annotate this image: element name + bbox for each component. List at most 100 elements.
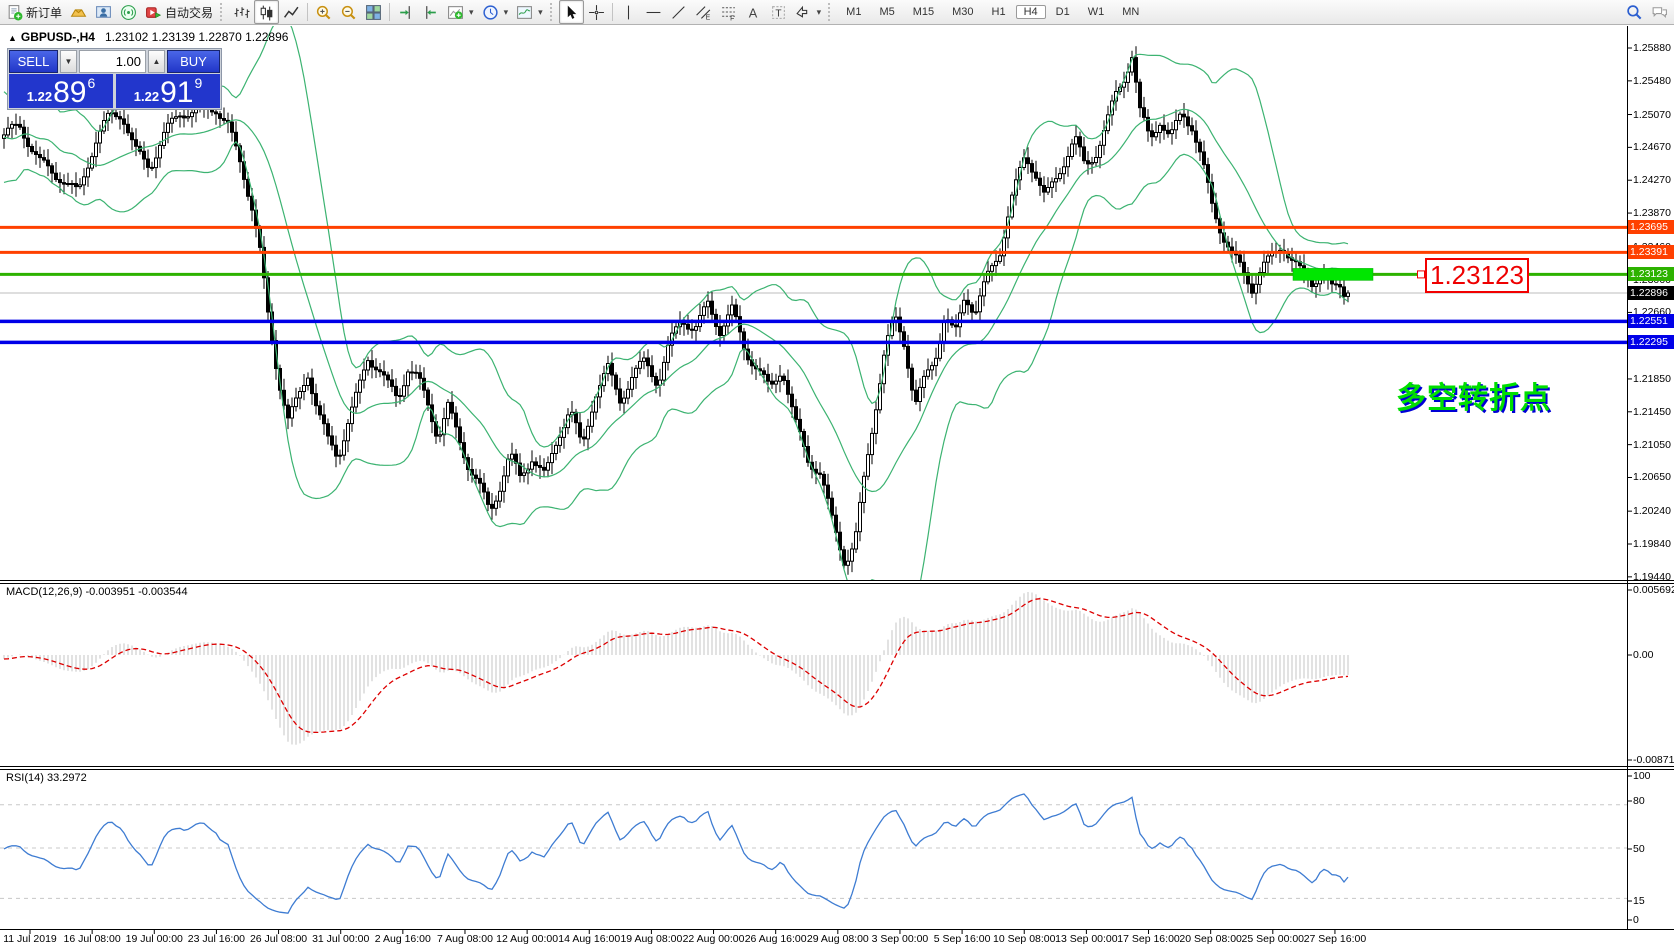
buy-button[interactable]: BUY xyxy=(167,50,220,73)
timeframe-MN[interactable]: MN xyxy=(1114,5,1147,19)
main-price-pane[interactable] xyxy=(0,25,1627,626)
fibonacci-tool-button[interactable]: F xyxy=(716,0,741,24)
candle xyxy=(619,389,622,403)
candle xyxy=(691,329,694,330)
timeframe-M15[interactable]: M15 xyxy=(905,5,942,19)
time-axis-label: 2 Aug 16:00 xyxy=(375,933,431,945)
signals-button[interactable] xyxy=(116,0,141,24)
candle xyxy=(719,327,722,336)
fibonacci-tool-icon: F xyxy=(720,4,737,21)
drawn-objects[interactable] xyxy=(0,227,1627,342)
sell-button[interactable]: SELL xyxy=(9,50,58,73)
candle xyxy=(47,160,50,166)
candle xyxy=(611,364,614,376)
arrows-dropdown[interactable] xyxy=(791,0,826,24)
autotrade-button[interactable]: 自动交易 xyxy=(141,0,217,24)
candle xyxy=(99,131,102,143)
candle xyxy=(1339,285,1342,287)
rsi-axis-label: 100 xyxy=(1633,770,1651,782)
vline-tool-button[interactable] xyxy=(616,0,641,24)
label-tool-button[interactable]: T xyxy=(766,0,791,24)
candle xyxy=(1159,125,1162,132)
candle xyxy=(119,117,122,119)
community-icon xyxy=(95,4,112,21)
candle xyxy=(827,485,830,498)
volume-down-button[interactable]: ▼ xyxy=(60,50,77,73)
templates-dropdown[interactable] xyxy=(512,0,547,24)
candle xyxy=(87,168,90,177)
highlight-rectangle[interactable] xyxy=(1293,268,1373,280)
candle xyxy=(135,140,138,147)
volume-up-button[interactable]: ▲ xyxy=(148,50,165,73)
candle xyxy=(351,407,354,424)
tile-windows-button[interactable] xyxy=(361,0,386,24)
candle xyxy=(55,173,58,179)
timeframe-H1[interactable]: H1 xyxy=(984,5,1014,19)
zoom-in-button[interactable] xyxy=(311,0,336,24)
market-icon xyxy=(70,4,87,21)
candle xyxy=(555,445,558,453)
indicators-dropdown[interactable] xyxy=(443,0,478,24)
rsi-axis-label: 80 xyxy=(1633,795,1645,807)
candle xyxy=(767,374,770,381)
candle xyxy=(1063,167,1066,174)
candle xyxy=(723,326,726,336)
auto-scroll-button[interactable] xyxy=(418,0,443,24)
bar-chart-button[interactable] xyxy=(229,0,254,24)
time-axis-label: 19 Aug 08:00 xyxy=(620,933,682,945)
price-annotation-box[interactable]: 1.23123 xyxy=(1425,258,1529,293)
crosshair-button[interactable] xyxy=(584,0,609,24)
rsi-indicator-label: RSI(14) 33.2972 xyxy=(6,772,87,784)
shift-end-button[interactable] xyxy=(393,0,418,24)
rsi-axis-label: 15 xyxy=(1633,895,1645,907)
cursor-button[interactable] xyxy=(559,0,584,24)
svg-text:T: T xyxy=(775,8,781,19)
volume-input[interactable]: 1.00 xyxy=(79,50,146,73)
toolbar-separator xyxy=(307,3,308,21)
candle xyxy=(115,113,118,117)
auto-scroll-icon xyxy=(422,4,439,21)
trendline-tool-button[interactable] xyxy=(666,0,691,24)
search-button[interactable] xyxy=(1622,0,1647,24)
candle xyxy=(475,475,478,478)
timeframe-M1[interactable]: M1 xyxy=(838,5,869,19)
periods-dropdown[interactable] xyxy=(478,0,513,24)
candle xyxy=(731,305,734,315)
hline-tool-button[interactable] xyxy=(641,0,666,24)
periods-icon xyxy=(482,4,499,21)
channel-tool-button[interactable]: E xyxy=(691,0,716,24)
pivot-note-text[interactable]: 多空转折点 xyxy=(1396,373,1551,417)
timeframe-D1[interactable]: D1 xyxy=(1048,5,1078,19)
candle xyxy=(1203,152,1206,165)
sell-price-display[interactable]: 1.22896 xyxy=(9,74,113,108)
chat-button[interactable] xyxy=(1647,0,1672,24)
buy-price-display[interactable]: 1.22919 xyxy=(116,74,220,108)
macd-pane[interactable] xyxy=(4,592,1348,745)
community-button[interactable] xyxy=(91,0,116,24)
candle xyxy=(395,386,398,395)
timeframe-M30[interactable]: M30 xyxy=(944,5,981,19)
templates-icon xyxy=(516,4,533,21)
collapse-marker-icon[interactable]: ▲ xyxy=(8,33,17,43)
signals-icon xyxy=(120,4,137,21)
timeframe-M5[interactable]: M5 xyxy=(871,5,902,19)
rsi-pane[interactable] xyxy=(0,794,1627,913)
candlestick-chart-button[interactable] xyxy=(254,0,279,24)
chart-canvas[interactable] xyxy=(0,25,1674,949)
candle xyxy=(79,185,82,187)
candle xyxy=(175,117,178,119)
candle xyxy=(1163,125,1166,130)
candle xyxy=(851,549,854,561)
text-tool-button[interactable]: A xyxy=(741,0,766,24)
new-order-button[interactable]: 新订单 xyxy=(2,0,66,24)
candle xyxy=(623,398,626,403)
timeframe-H4[interactable]: H4 xyxy=(1016,5,1046,19)
annotation-anchor[interactable] xyxy=(1418,271,1425,278)
timeframe-W1[interactable]: W1 xyxy=(1080,5,1113,19)
line-chart-button[interactable] xyxy=(279,0,304,24)
candle xyxy=(863,476,866,502)
candle xyxy=(995,261,998,265)
zoom-out-button[interactable] xyxy=(336,0,361,24)
market-button[interactable] xyxy=(66,0,91,24)
channel-tool-icon: E xyxy=(695,4,712,21)
